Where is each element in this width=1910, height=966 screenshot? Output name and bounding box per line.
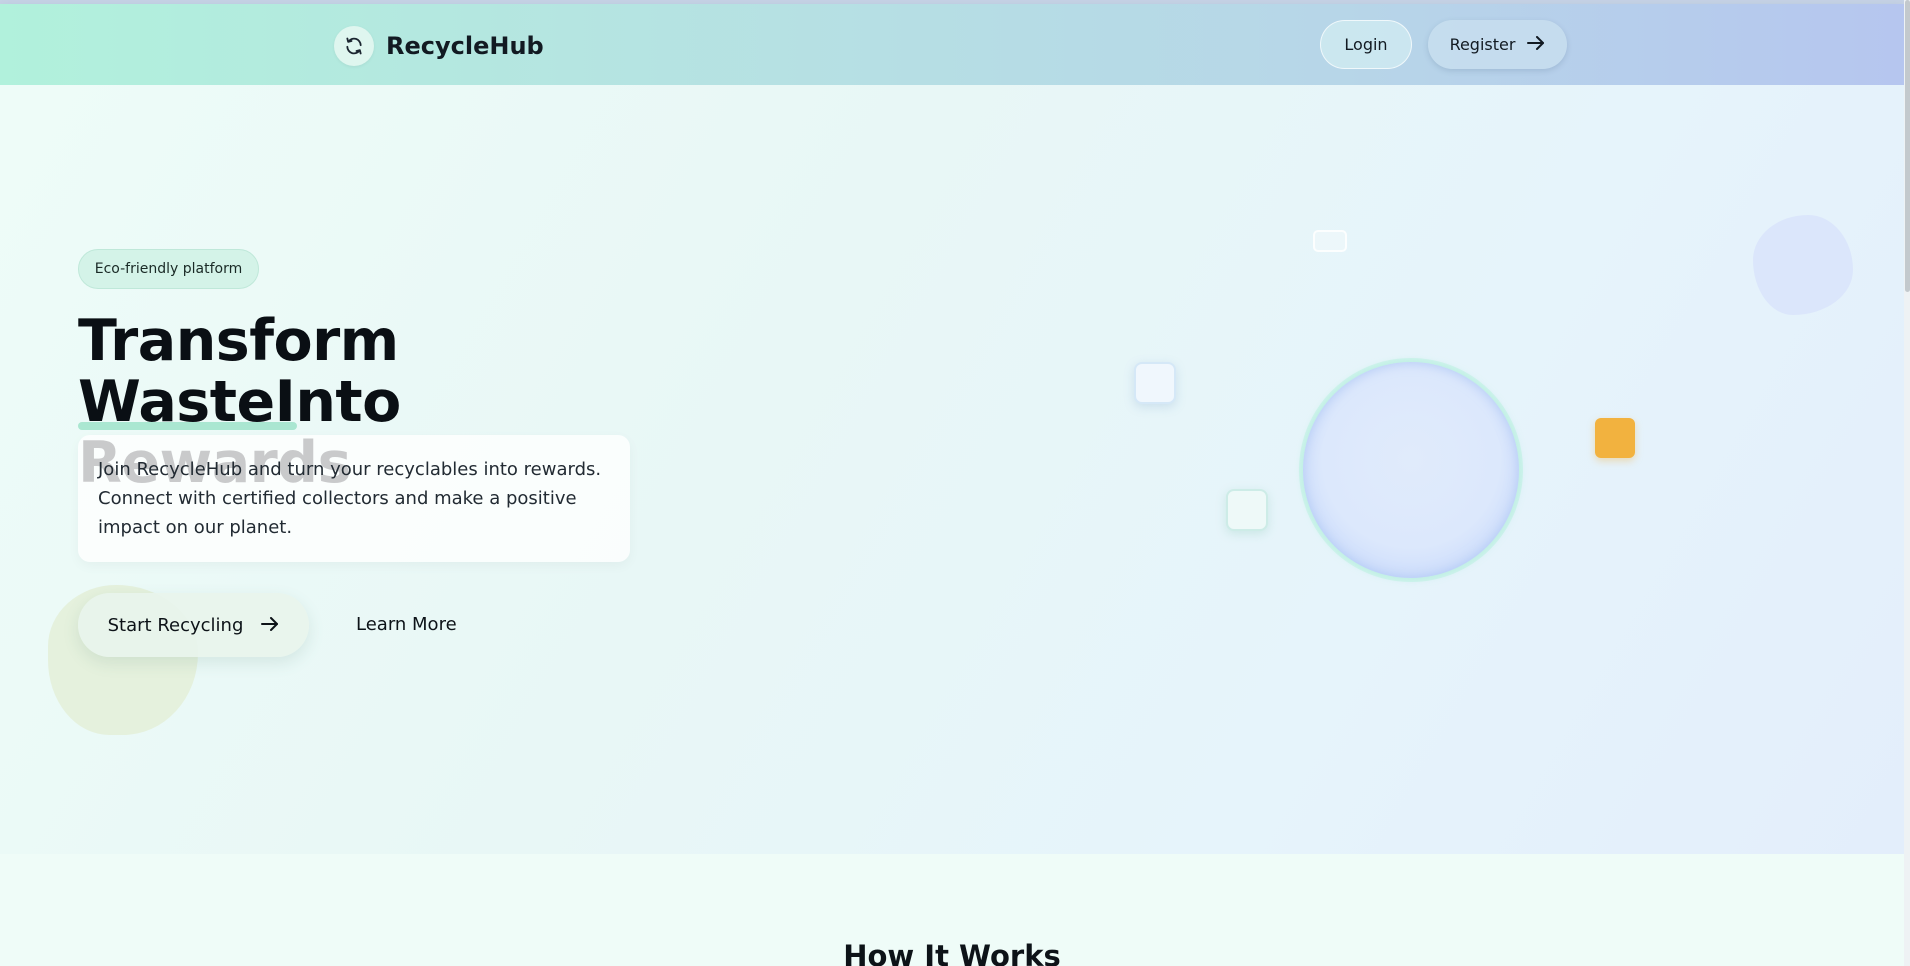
decorative-circle <box>1303 362 1519 578</box>
decorative-rectangle <box>1313 230 1347 252</box>
start-recycling-button[interactable]: Start Recycling <box>78 593 309 657</box>
arrow-right-icon <box>1527 35 1545 54</box>
brand-name: RecycleHub <box>386 32 544 60</box>
learn-more-link[interactable]: Learn More <box>356 610 457 638</box>
learn-more-label: Learn More <box>356 613 457 635</box>
register-button[interactable]: Register <box>1428 20 1567 69</box>
description-card: Join RecycleHub and turn your recyclable… <box>78 435 630 562</box>
decorative-square <box>1134 362 1176 404</box>
arrow-right-icon <box>261 615 279 636</box>
login-button[interactable]: Login <box>1320 20 1412 69</box>
register-label: Register <box>1449 35 1516 54</box>
site-header: RecycleHub Login Register <box>0 4 1904 85</box>
decorative-blob <box>1753 215 1853 315</box>
how-it-works-section: How It Works <box>0 854 1904 966</box>
hero-section: Eco-friendly platform Transform WasteInt… <box>0 85 1904 854</box>
login-label: Login <box>1344 35 1388 54</box>
hero-description: Join RecycleHub and turn your recyclable… <box>98 459 602 538</box>
decorative-orange-square <box>1595 418 1635 458</box>
start-recycling-label: Start Recycling <box>107 614 244 636</box>
recycle-icon <box>334 26 374 66</box>
badge-label: Eco-friendly platform <box>94 261 243 277</box>
page: RecycleHub Login Register Eco-friendly p… <box>0 0 1910 966</box>
scrollbar-thumb[interactable] <box>1905 0 1910 292</box>
section-title: How It Works <box>843 939 1061 966</box>
decorative-square <box>1226 489 1268 531</box>
eco-badge: Eco-friendly platform <box>78 249 259 289</box>
title-underline <box>78 422 297 430</box>
brand[interactable]: RecycleHub <box>334 26 544 66</box>
